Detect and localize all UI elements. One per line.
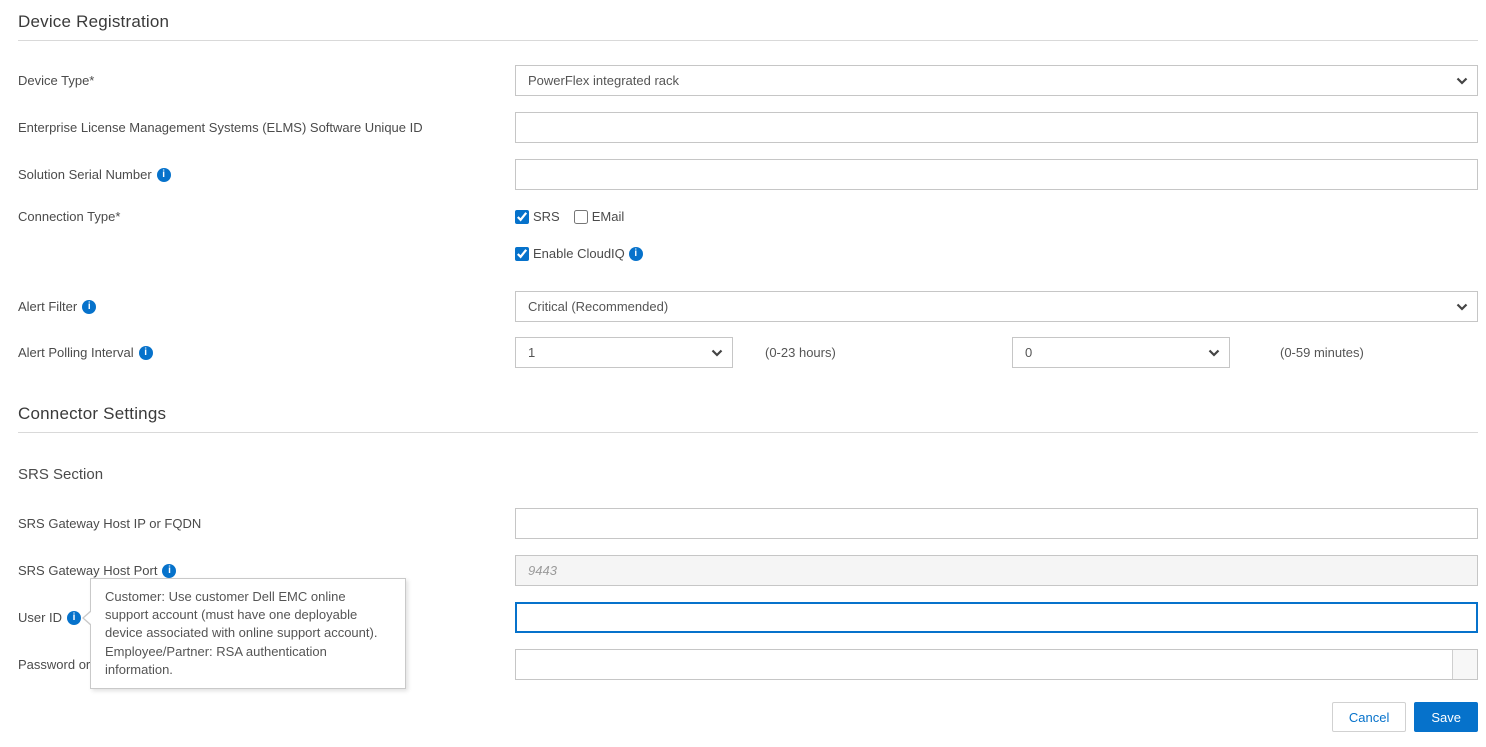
info-icon[interactable]: [67, 611, 81, 625]
srs-checkbox[interactable]: [515, 210, 529, 224]
connector-settings-divider: [18, 432, 1478, 433]
info-icon[interactable]: [162, 564, 176, 578]
srs-checkbox-label: SRS: [533, 209, 560, 224]
footer-actions: Cancel Save: [18, 702, 1478, 732]
password-input[interactable]: [516, 650, 1452, 679]
alert-polling-label: Alert Polling Interval: [18, 345, 515, 360]
info-icon[interactable]: [629, 247, 643, 261]
email-checkbox[interactable]: [574, 210, 588, 224]
info-icon[interactable]: [157, 168, 171, 182]
device-type-label: Device Type*: [18, 73, 515, 88]
info-icon[interactable]: [139, 346, 153, 360]
alert-filter-select[interactable]: Critical (Recommended): [515, 291, 1478, 322]
polling-hours-hint: (0-23 hours): [733, 345, 1012, 360]
user-id-tooltip: Customer: Use customer Dell EMC online s…: [90, 578, 406, 689]
user-id-label-text: User ID: [18, 610, 62, 625]
connector-settings-heading-block: Connector Settings: [18, 404, 1478, 433]
solution-serial-input[interactable]: [515, 159, 1478, 190]
polling-hours-select[interactable]: 1: [515, 337, 733, 368]
polling-minutes-select[interactable]: 0: [1012, 337, 1230, 368]
tooltip-caret-icon: [84, 611, 92, 625]
chevron-down-icon: [1456, 77, 1468, 85]
device-type-value: PowerFlex integrated rack: [528, 73, 679, 88]
reveal-password-button[interactable]: [1452, 650, 1477, 679]
chevron-down-icon: [711, 349, 723, 357]
chevron-down-icon: [1456, 303, 1468, 311]
user-id-input[interactable]: [515, 602, 1478, 633]
tooltip-text-employee: Employee/Partner: RSA authentication inf…: [105, 643, 391, 679]
srs-gateway-port-label: SRS Gateway Host Port: [18, 563, 515, 578]
password-input-group: [515, 649, 1478, 680]
info-icon[interactable]: [82, 300, 96, 314]
cloudiq-checkbox[interactable]: [515, 247, 529, 261]
connector-settings-title: Connector Settings: [18, 404, 1478, 424]
page-title: Device Registration: [18, 12, 1478, 32]
srs-gateway-host-input[interactable]: [515, 508, 1478, 539]
srs-gateway-port-label-text: SRS Gateway Host Port: [18, 563, 157, 578]
alert-polling-row: Alert Polling Interval 1 (0-23 hours) 0 …: [18, 337, 1478, 368]
cancel-button[interactable]: Cancel: [1332, 702, 1406, 732]
polling-minutes-hint: (0-59 minutes): [1230, 345, 1364, 360]
connection-type-options: SRS EMail: [515, 209, 624, 224]
alert-filter-value: Critical (Recommended): [528, 299, 668, 314]
srs-gateway-port-input[interactable]: [515, 555, 1478, 586]
chevron-down-icon: [1208, 349, 1220, 357]
alert-filter-label-text: Alert Filter: [18, 299, 77, 314]
elms-label: Enterprise License Management Systems (E…: [18, 120, 515, 135]
alert-polling-label-text: Alert Polling Interval: [18, 345, 134, 360]
title-divider: [18, 40, 1478, 41]
enable-cloudiq-row: Enable CloudIQ: [18, 246, 1478, 261]
connection-type-row: Connection Type* SRS EMail: [18, 209, 1478, 224]
srs-gateway-host-row: SRS Gateway Host IP or FQDN: [18, 508, 1478, 539]
cloudiq-checkbox-label: Enable CloudIQ: [533, 246, 625, 261]
polling-minutes-value: 0: [1025, 345, 1032, 360]
device-type-row: Device Type* PowerFlex integrated rack: [18, 65, 1478, 96]
email-checkbox-item: EMail: [574, 209, 625, 224]
alert-filter-row: Alert Filter Critical (Recommended): [18, 291, 1478, 322]
elms-row: Enterprise License Management Systems (E…: [18, 112, 1478, 143]
cloudiq-checkbox-item: Enable CloudIQ: [515, 246, 643, 261]
tooltip-text-customer: Customer: Use customer Dell EMC online s…: [105, 588, 391, 643]
solution-serial-row: Solution Serial Number: [18, 159, 1478, 190]
elms-input[interactable]: [515, 112, 1478, 143]
connection-type-label: Connection Type*: [18, 209, 515, 224]
save-button[interactable]: Save: [1414, 702, 1478, 732]
srs-checkbox-item: SRS: [515, 209, 560, 224]
polling-hours-value: 1: [528, 345, 535, 360]
alert-filter-label: Alert Filter: [18, 299, 515, 314]
solution-serial-label: Solution Serial Number: [18, 167, 515, 182]
device-type-select[interactable]: PowerFlex integrated rack: [515, 65, 1478, 96]
email-checkbox-label: EMail: [592, 209, 625, 224]
solution-serial-label-text: Solution Serial Number: [18, 167, 152, 182]
device-registration-page: Device Registration Device Type* PowerFl…: [0, 0, 1486, 747]
srs-gateway-host-label: SRS Gateway Host IP or FQDN: [18, 516, 515, 531]
srs-section-title: SRS Section: [18, 466, 1478, 483]
